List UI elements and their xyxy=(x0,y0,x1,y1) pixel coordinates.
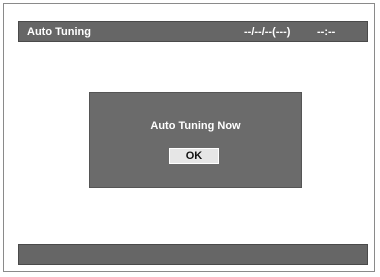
footer-bar xyxy=(18,244,368,265)
date-display: --/--/--(---) xyxy=(244,26,291,38)
dialog-message: Auto Tuning Now xyxy=(150,120,241,132)
screen-title: Auto Tuning xyxy=(27,26,91,38)
auto-tuning-dialog: Auto Tuning Now OK xyxy=(89,92,302,188)
time-display: --:-- xyxy=(317,26,336,38)
header-bar: Auto Tuning --/--/--(---) --:-- xyxy=(18,21,368,42)
ok-button[interactable]: OK xyxy=(169,148,219,164)
